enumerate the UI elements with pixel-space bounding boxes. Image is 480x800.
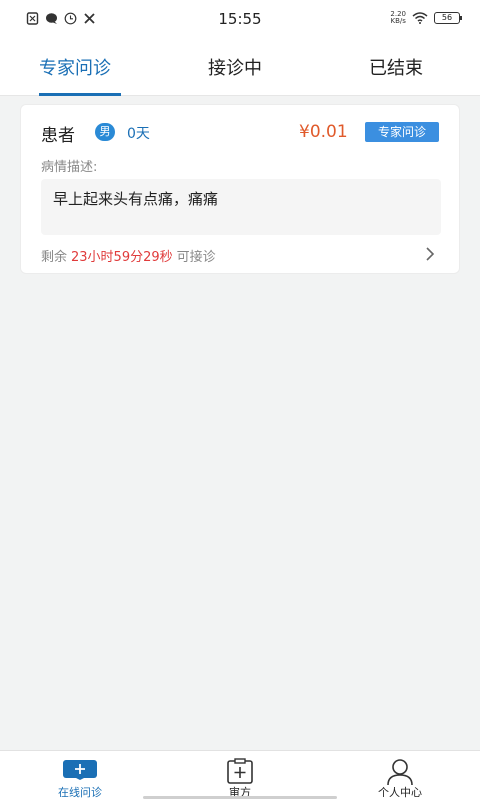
home-indicator: [143, 796, 337, 799]
description-text: 早上起来头有点痛，痛痛: [53, 190, 219, 208]
countdown-timer: 23小时59分29秒: [71, 250, 173, 265]
plus-square-icon: [63, 760, 97, 780]
clipboard-icon: [227, 758, 253, 784]
remaining-prefix: 剩余: [41, 250, 68, 265]
status-icons-right: 2.20 KB/s 56: [390, 10, 462, 25]
status-bar: 15:55 2.20 KB/s 56: [0, 0, 480, 40]
description-label: 病情描述:: [41, 160, 98, 175]
nav-label-profile: 个人中心: [378, 786, 422, 799]
patient-age: 0天: [127, 126, 150, 142]
tab-in-consultation[interactable]: 接诊中: [208, 54, 262, 80]
nav-online-consult[interactable]: 在线问诊: [20, 751, 140, 800]
tab-finished[interactable]: 已结束: [369, 54, 423, 80]
description-box: 早上起来头有点痛，痛痛: [41, 179, 441, 235]
active-tab-indicator: [39, 93, 121, 96]
remaining-suffix: 可接诊: [176, 250, 216, 265]
remaining-time-row: 剩余 23小时59分29秒 可接诊: [41, 246, 216, 265]
tab-expert-consult[interactable]: 专家问诊: [39, 54, 111, 80]
gender-badge: 男: [95, 123, 115, 141]
bottom-nav: 在线问诊 审方 个人中心: [0, 750, 480, 800]
nav-profile[interactable]: 个人中心: [340, 751, 460, 800]
consultation-card[interactable]: 患者 男 0天 ¥0.01 专家问诊 病情描述: 早上起来头有点痛，痛痛 剩余 2…: [20, 104, 460, 274]
consult-price: ¥0.01: [299, 122, 348, 142]
tab-bar: 专家问诊 接诊中 已结束: [0, 40, 480, 96]
chevron-right-icon[interactable]: [423, 246, 437, 262]
person-icon: [387, 759, 413, 786]
patient-name: 患者: [41, 126, 75, 146]
network-speed: 2.20 KB/s: [390, 10, 406, 25]
nav-prescription-review[interactable]: 审方: [180, 751, 300, 800]
nav-label-online-consult: 在线问诊: [58, 786, 102, 799]
wifi-icon: [412, 12, 428, 24]
battery-indicator: 56: [434, 12, 462, 24]
consult-type-badge: 专家问诊: [365, 122, 439, 142]
